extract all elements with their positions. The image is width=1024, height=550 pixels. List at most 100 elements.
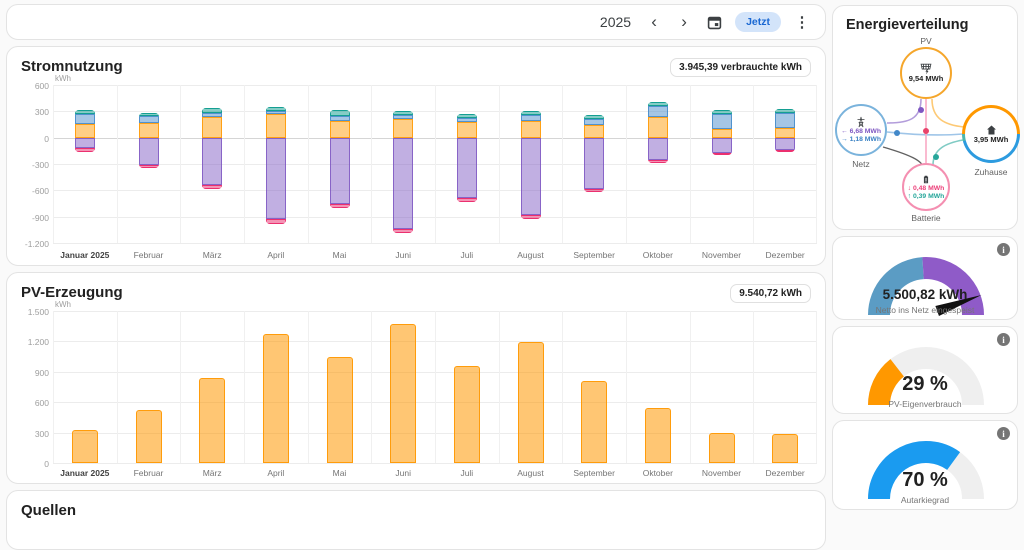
x-axis-label: September — [562, 250, 626, 260]
usage-bar-November[interactable] — [712, 110, 732, 137]
info-icon[interactable]: i — [997, 427, 1010, 440]
y-axis-tick: 0 — [15, 459, 49, 469]
usage-bar-return-Dezember[interactable] — [775, 138, 795, 152]
usage-bar-return-Mai[interactable] — [330, 138, 350, 209]
usage-chart: 6003000-300-600-900-1.200kWhJanuar 2025F… — [7, 47, 825, 265]
gridline — [499, 311, 500, 463]
gridline — [435, 311, 436, 463]
y-axis-tick: -900 — [15, 213, 49, 223]
usage-bar-Februar[interactable] — [139, 113, 159, 138]
home-node[interactable]: 3,95 MWh — [962, 105, 1020, 163]
usage-bar-return-März[interactable] — [202, 138, 222, 190]
home-node-label: Zuhause — [956, 167, 1024, 177]
bar-segment-export_purple — [75, 138, 95, 149]
x-axis-label: Dezember — [753, 468, 817, 478]
bar-segment-export_purple — [712, 138, 732, 153]
pv-bar-Oktober[interactable] — [645, 408, 671, 463]
x-axis-label: April — [244, 468, 308, 478]
x-axis-label: Mai — [308, 468, 372, 478]
date-toolbar: 2025 ‹ › Jetzt ⋮ — [6, 4, 826, 40]
usage-bar-return-Juli[interactable] — [457, 138, 477, 202]
usage-bar-Dezember[interactable] — [775, 109, 795, 138]
self-consumption-label: PV-Eigenverbrauch — [833, 399, 1017, 409]
grid-neutrality-value: 5.500,82 kWh — [833, 287, 1017, 302]
gridline — [117, 85, 118, 243]
gridline — [244, 311, 245, 463]
usage-bar-Januar 2025[interactable] — [75, 110, 95, 138]
gridline — [626, 85, 627, 243]
pv-bar-November[interactable] — [709, 433, 735, 463]
calendar-button[interactable] — [701, 9, 727, 35]
usage-bar-Mai[interactable] — [330, 110, 350, 138]
pv-bar-Juni[interactable] — [390, 324, 416, 463]
gridline — [371, 311, 372, 463]
x-axis-label: Januar 2025 — [53, 250, 117, 260]
bar-segment-solar — [202, 117, 222, 137]
pv-bar-Mai[interactable] — [327, 357, 353, 463]
flow-dot-battery-discharge — [933, 154, 939, 160]
y-axis-tick: 1.500 — [15, 307, 49, 317]
battery-discharge-value: ↑ 0,39 MWh — [908, 193, 945, 201]
calendar-icon — [707, 15, 722, 30]
pv-node[interactable]: 9,54 MWh — [900, 47, 952, 99]
gridline — [816, 311, 817, 463]
usage-bar-März[interactable] — [202, 108, 222, 138]
pv-bar-April[interactable] — [263, 334, 289, 463]
usage-bar-return-Oktober[interactable] — [648, 138, 668, 163]
gridline — [626, 311, 627, 463]
usage-bar-return-Juni[interactable] — [393, 138, 413, 233]
pv-bar-Februar[interactable] — [136, 410, 162, 463]
bar-segment-battery_in_pink — [75, 148, 95, 152]
usage-bar-return-August[interactable] — [521, 138, 541, 219]
usage-bar-return-Februar[interactable] — [139, 138, 159, 169]
gridline — [180, 311, 181, 463]
y-axis-tick: 300 — [15, 429, 49, 439]
next-period-button[interactable]: › — [671, 9, 697, 35]
jetzt-button[interactable]: Jetzt — [735, 12, 781, 32]
previous-period-button[interactable]: ‹ — [641, 9, 667, 35]
x-axis-label: Juni — [371, 468, 435, 478]
grid-node-label: Netz — [826, 159, 896, 169]
pv-production-card: PV-Erzeugung 9.540,72 kWh 1.5001.2009006… — [6, 272, 826, 484]
x-axis-label: Februar — [117, 250, 181, 260]
pv-bar-Januar 2025[interactable] — [72, 430, 98, 463]
home-node-value: 3,95 MWh — [974, 136, 1009, 145]
usage-bar-April[interactable] — [266, 107, 286, 138]
pv-bar-August[interactable] — [518, 342, 544, 463]
pv-chart: 1.5001.2009006003000kWhJanuar 2025Februa… — [7, 273, 825, 483]
info-icon[interactable]: i — [997, 333, 1010, 346]
gridline — [753, 311, 754, 463]
bar-segment-battery_in_pink — [775, 150, 795, 153]
usage-bar-return-September[interactable] — [584, 138, 604, 192]
usage-bar-return-Januar 2025[interactable] — [75, 138, 95, 152]
usage-bar-Juli[interactable] — [457, 114, 477, 137]
bar-segment-export_purple — [266, 138, 286, 220]
x-axis-label: Februar — [117, 468, 181, 478]
grid-node[interactable]: ← 6,68 MWh → 1,18 MWh — [835, 104, 887, 156]
usage-bar-September[interactable] — [584, 115, 604, 137]
usage-bar-Oktober[interactable] — [648, 102, 668, 138]
usage-bar-return-April[interactable] — [266, 138, 286, 224]
y-axis-tick: 900 — [15, 368, 49, 378]
usage-bar-Juni[interactable] — [393, 111, 413, 137]
bar-segment-battery_in_pink — [393, 229, 413, 233]
overflow-menu-button[interactable]: ⋮ — [789, 9, 815, 35]
flow-dot-export — [918, 107, 924, 113]
battery-node[interactable]: ↓ 0,48 MWh ↑ 0,39 MWh — [902, 163, 950, 211]
usage-bar-return-November[interactable] — [712, 138, 732, 156]
pv-bar-Juli[interactable] — [454, 366, 480, 463]
pv-bar-März[interactable] — [199, 378, 225, 463]
battery-icon — [921, 174, 931, 185]
bar-segment-export_purple — [139, 138, 159, 165]
bar-segment-grid_blue — [712, 114, 732, 129]
self-sufficiency-gauge-card: 70 % Autarkiegrad i — [832, 420, 1018, 510]
pv-bar-Dezember[interactable] — [772, 434, 798, 463]
bar-segment-grid_blue — [648, 106, 668, 117]
usage-bar-August[interactable] — [521, 111, 541, 137]
info-icon[interactable]: i — [997, 243, 1010, 256]
gridline — [53, 311, 54, 463]
selected-year: 2025 — [600, 14, 631, 30]
bar-segment-solar — [139, 123, 159, 137]
pv-bar-September[interactable] — [581, 381, 607, 463]
x-axis-label: März — [180, 468, 244, 478]
